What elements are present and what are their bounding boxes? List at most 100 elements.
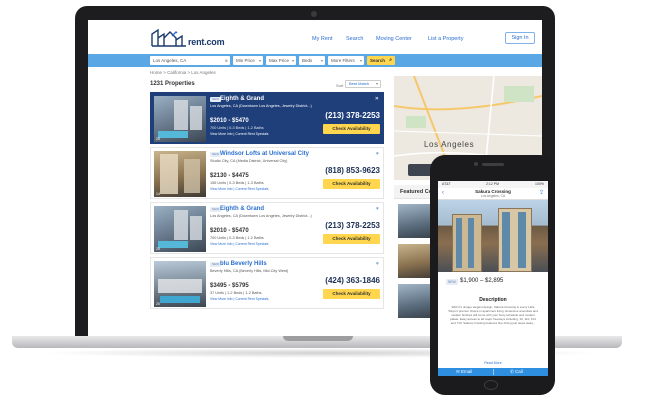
chevron-down-icon: ▾ bbox=[320, 58, 323, 63]
battery-label: 100% bbox=[535, 182, 544, 186]
contact-bar: ✉ Email ✆ Call bbox=[438, 368, 548, 376]
email-button[interactable]: ✉ Email bbox=[456, 369, 472, 375]
price-row: NEW $1,900 – $2,895 bbox=[438, 275, 548, 289]
max-price-label: Max Price bbox=[269, 58, 290, 63]
status-time: 2:12 PM bbox=[486, 182, 500, 186]
results-count: 1231 Properties bbox=[150, 81, 195, 87]
check-availability-button[interactable]: Check Availability bbox=[323, 124, 380, 134]
photo-count: 14 bbox=[156, 192, 160, 196]
map-city-label: Los Angeles bbox=[424, 140, 475, 149]
listing-photo[interactable]: 25 bbox=[154, 206, 206, 252]
listing-price: $2010 - $5470 bbox=[210, 228, 249, 234]
heart-icon[interactable]: ♥ bbox=[376, 206, 379, 212]
search-bar: Los Angeles, CA ⊗ Min Price ▾ Max Price … bbox=[88, 54, 542, 67]
photo-count: 25 bbox=[156, 247, 160, 251]
listing-name[interactable]: Eighth & Grand bbox=[220, 206, 264, 212]
chevron-down-icon: ▾ bbox=[375, 81, 378, 86]
listing-card[interactable]: 25 NEW Eighth & Grand Los Angeles, CA (D… bbox=[150, 202, 384, 254]
chevron-down-icon: ▾ bbox=[359, 58, 362, 63]
location-value: Los Angeles, CA bbox=[153, 58, 187, 63]
status-bar: AT&T 2:12 PM 100% bbox=[438, 181, 548, 188]
listing-photo[interactable]: 25 bbox=[154, 96, 206, 142]
listing-links[interactable]: View More Info | Current Rent Specials bbox=[210, 132, 269, 136]
close-icon[interactable]: ✕ bbox=[375, 96, 379, 102]
search-button-label: Search bbox=[370, 58, 386, 63]
check-availability-button[interactable]: Check Availability bbox=[323, 179, 380, 189]
listing-name[interactable]: blu Beverly Hills bbox=[220, 261, 267, 267]
nav-moving-center[interactable]: Moving Center bbox=[376, 36, 412, 42]
site-header: rent.com My Rent Search Moving Center Li… bbox=[88, 20, 542, 54]
laptop-notch bbox=[283, 336, 353, 341]
heart-icon[interactable]: ♥ bbox=[376, 261, 379, 267]
read-more-link[interactable]: Read More bbox=[438, 361, 548, 365]
new-badge: NEW bbox=[446, 279, 458, 285]
photo-count: 25 bbox=[156, 137, 160, 141]
min-price-label: Min Price bbox=[236, 58, 255, 63]
clear-icon[interactable]: ⊗ bbox=[225, 56, 228, 65]
phone-device: AT&T 2:12 PM 100% ‹ Sakura Crossing Los … bbox=[430, 155, 555, 395]
phone-speaker bbox=[482, 163, 504, 166]
nav-list-property[interactable]: List a Property bbox=[428, 36, 463, 42]
nav-my-rent[interactable]: My Rent bbox=[312, 36, 332, 42]
nav-search[interactable]: Search bbox=[346, 36, 363, 42]
listing-address: Los Angeles, CA (Downtown Los Angeles, J… bbox=[210, 104, 312, 108]
max-price-select[interactable]: Max Price ▾ bbox=[266, 56, 296, 65]
search-button[interactable]: Search ⌕ bbox=[367, 56, 395, 65]
home-button[interactable] bbox=[484, 380, 498, 390]
phone-camera-icon bbox=[474, 162, 478, 166]
share-icon[interactable]: ⇪ bbox=[539, 189, 544, 196]
camera-icon bbox=[311, 11, 317, 17]
sign-in-button[interactable]: Sign In bbox=[505, 32, 535, 44]
logo-text[interactable]: rent.com bbox=[188, 37, 225, 47]
location-input[interactable]: Los Angeles, CA ⊗ bbox=[150, 56, 230, 65]
phone-screen: AT&T 2:12 PM 100% ‹ Sakura Crossing Los … bbox=[438, 181, 548, 376]
listing-links[interactable]: View More Info | Current Rent Specials bbox=[210, 297, 269, 301]
listing-card[interactable]: 25 NEW Eighth & Grand Los Angeles, CA (D… bbox=[150, 92, 384, 144]
sort-select[interactable]: Best Match ▾ bbox=[345, 80, 381, 88]
listing-phone[interactable]: (213) 378-2253 bbox=[325, 111, 380, 120]
listing-units: 156 Units | 0-3 Beds | 1-3 Baths bbox=[210, 181, 264, 185]
call-label: Call bbox=[515, 369, 523, 374]
property-price: $1,900 – $2,895 bbox=[460, 278, 504, 284]
listing-photo[interactable]: 14 bbox=[154, 151, 206, 197]
email-label: Email bbox=[461, 369, 473, 374]
listing-price: $2010 - $5470 bbox=[210, 118, 249, 124]
breadcrumb[interactable]: Home > California > Los Angeles bbox=[150, 70, 216, 75]
property-location: Los Angeles, CA bbox=[480, 194, 506, 198]
listing-address: Studio City, CA (Media District, Univers… bbox=[210, 159, 288, 163]
more-filters-select[interactable]: More Filters ▾ bbox=[328, 56, 364, 65]
listing-phone[interactable]: (424) 363-1846 bbox=[325, 276, 380, 285]
listing-links[interactable]: View More Info | Current Rent Specials bbox=[210, 242, 269, 246]
listing-phone[interactable]: (818) 853-9623 bbox=[325, 166, 380, 175]
photo-count: 20 bbox=[156, 302, 160, 306]
carrier-label: AT&T bbox=[442, 182, 451, 186]
listing-address: Los Angeles, CA (Downtown Los Angeles, J… bbox=[210, 214, 312, 218]
listing-links[interactable]: View More Info | Current Rent Specials bbox=[210, 187, 269, 191]
description-heading: Description bbox=[479, 297, 507, 303]
listing-card[interactable]: 20 NEW blu Beverly Hills Beverly Hills, … bbox=[150, 257, 384, 309]
min-price-select[interactable]: Min Price ▾ bbox=[233, 56, 263, 65]
listing-name[interactable]: Windsor Lofts at Universal City bbox=[220, 151, 309, 157]
check-availability-button[interactable]: Check Availability bbox=[323, 289, 380, 299]
more-filters-label: More Filters bbox=[331, 58, 355, 63]
listing-phone[interactable]: (213) 378-2253 bbox=[325, 221, 380, 230]
listing-price: $3495 - $5795 bbox=[210, 283, 249, 289]
check-availability-button[interactable]: Check Availability bbox=[323, 234, 380, 244]
chevron-down-icon: ▾ bbox=[258, 58, 261, 63]
listing-address: Beverly Hills, CA (Beverly Hills, Mid-Ci… bbox=[210, 269, 289, 273]
listing-units: 700 Units | 0-3 Beds | 1-2 Baths bbox=[210, 126, 264, 130]
description-text: With it's unique elegant design, Sakura … bbox=[448, 305, 538, 325]
call-button[interactable]: ✆ Call bbox=[510, 369, 523, 375]
heart-icon[interactable]: ♥ bbox=[376, 151, 379, 157]
listing-units: 37 Units | 1-2 Beds | 1-2 Baths bbox=[210, 291, 262, 295]
sort-label: Sort bbox=[336, 83, 344, 88]
property-photo[interactable] bbox=[438, 200, 548, 272]
listing-photo[interactable]: 20 bbox=[154, 261, 206, 307]
listing-price: $2130 - $4475 bbox=[210, 173, 249, 179]
chevron-down-icon: ▾ bbox=[291, 58, 294, 63]
sort-value: Best Match bbox=[349, 81, 370, 86]
beds-label: Beds bbox=[302, 58, 313, 63]
listing-name[interactable]: Eighth & Grand bbox=[220, 96, 264, 102]
listing-card[interactable]: 14 NEW Windsor Lofts at Universal City S… bbox=[150, 147, 384, 199]
beds-select[interactable]: Beds ▾ bbox=[299, 56, 325, 65]
